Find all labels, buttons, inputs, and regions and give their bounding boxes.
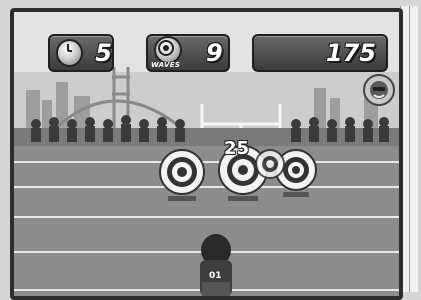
page-edge-2 — [409, 6, 418, 292]
waves-panel: WAVES 9 — [146, 34, 230, 72]
score-panel: 175 — [252, 34, 388, 72]
player-avatar — [363, 74, 395, 106]
floating-points: 25 — [224, 138, 250, 159]
timer-panel: 5 — [48, 34, 114, 72]
target-back — [255, 149, 285, 179]
target-icon — [154, 36, 182, 64]
stopwatch-icon — [56, 39, 84, 67]
game-screen[interactable]: 5 WAVES 9 175 25 01 — [10, 8, 403, 300]
waves-label: WAVES — [151, 61, 181, 69]
score-value: 175 — [325, 39, 376, 67]
waves-value: 9 — [206, 39, 223, 67]
quarterback-player — [200, 234, 232, 296]
timer-value: 5 — [95, 39, 112, 67]
player-jersey-number: 01 — [209, 271, 222, 281]
